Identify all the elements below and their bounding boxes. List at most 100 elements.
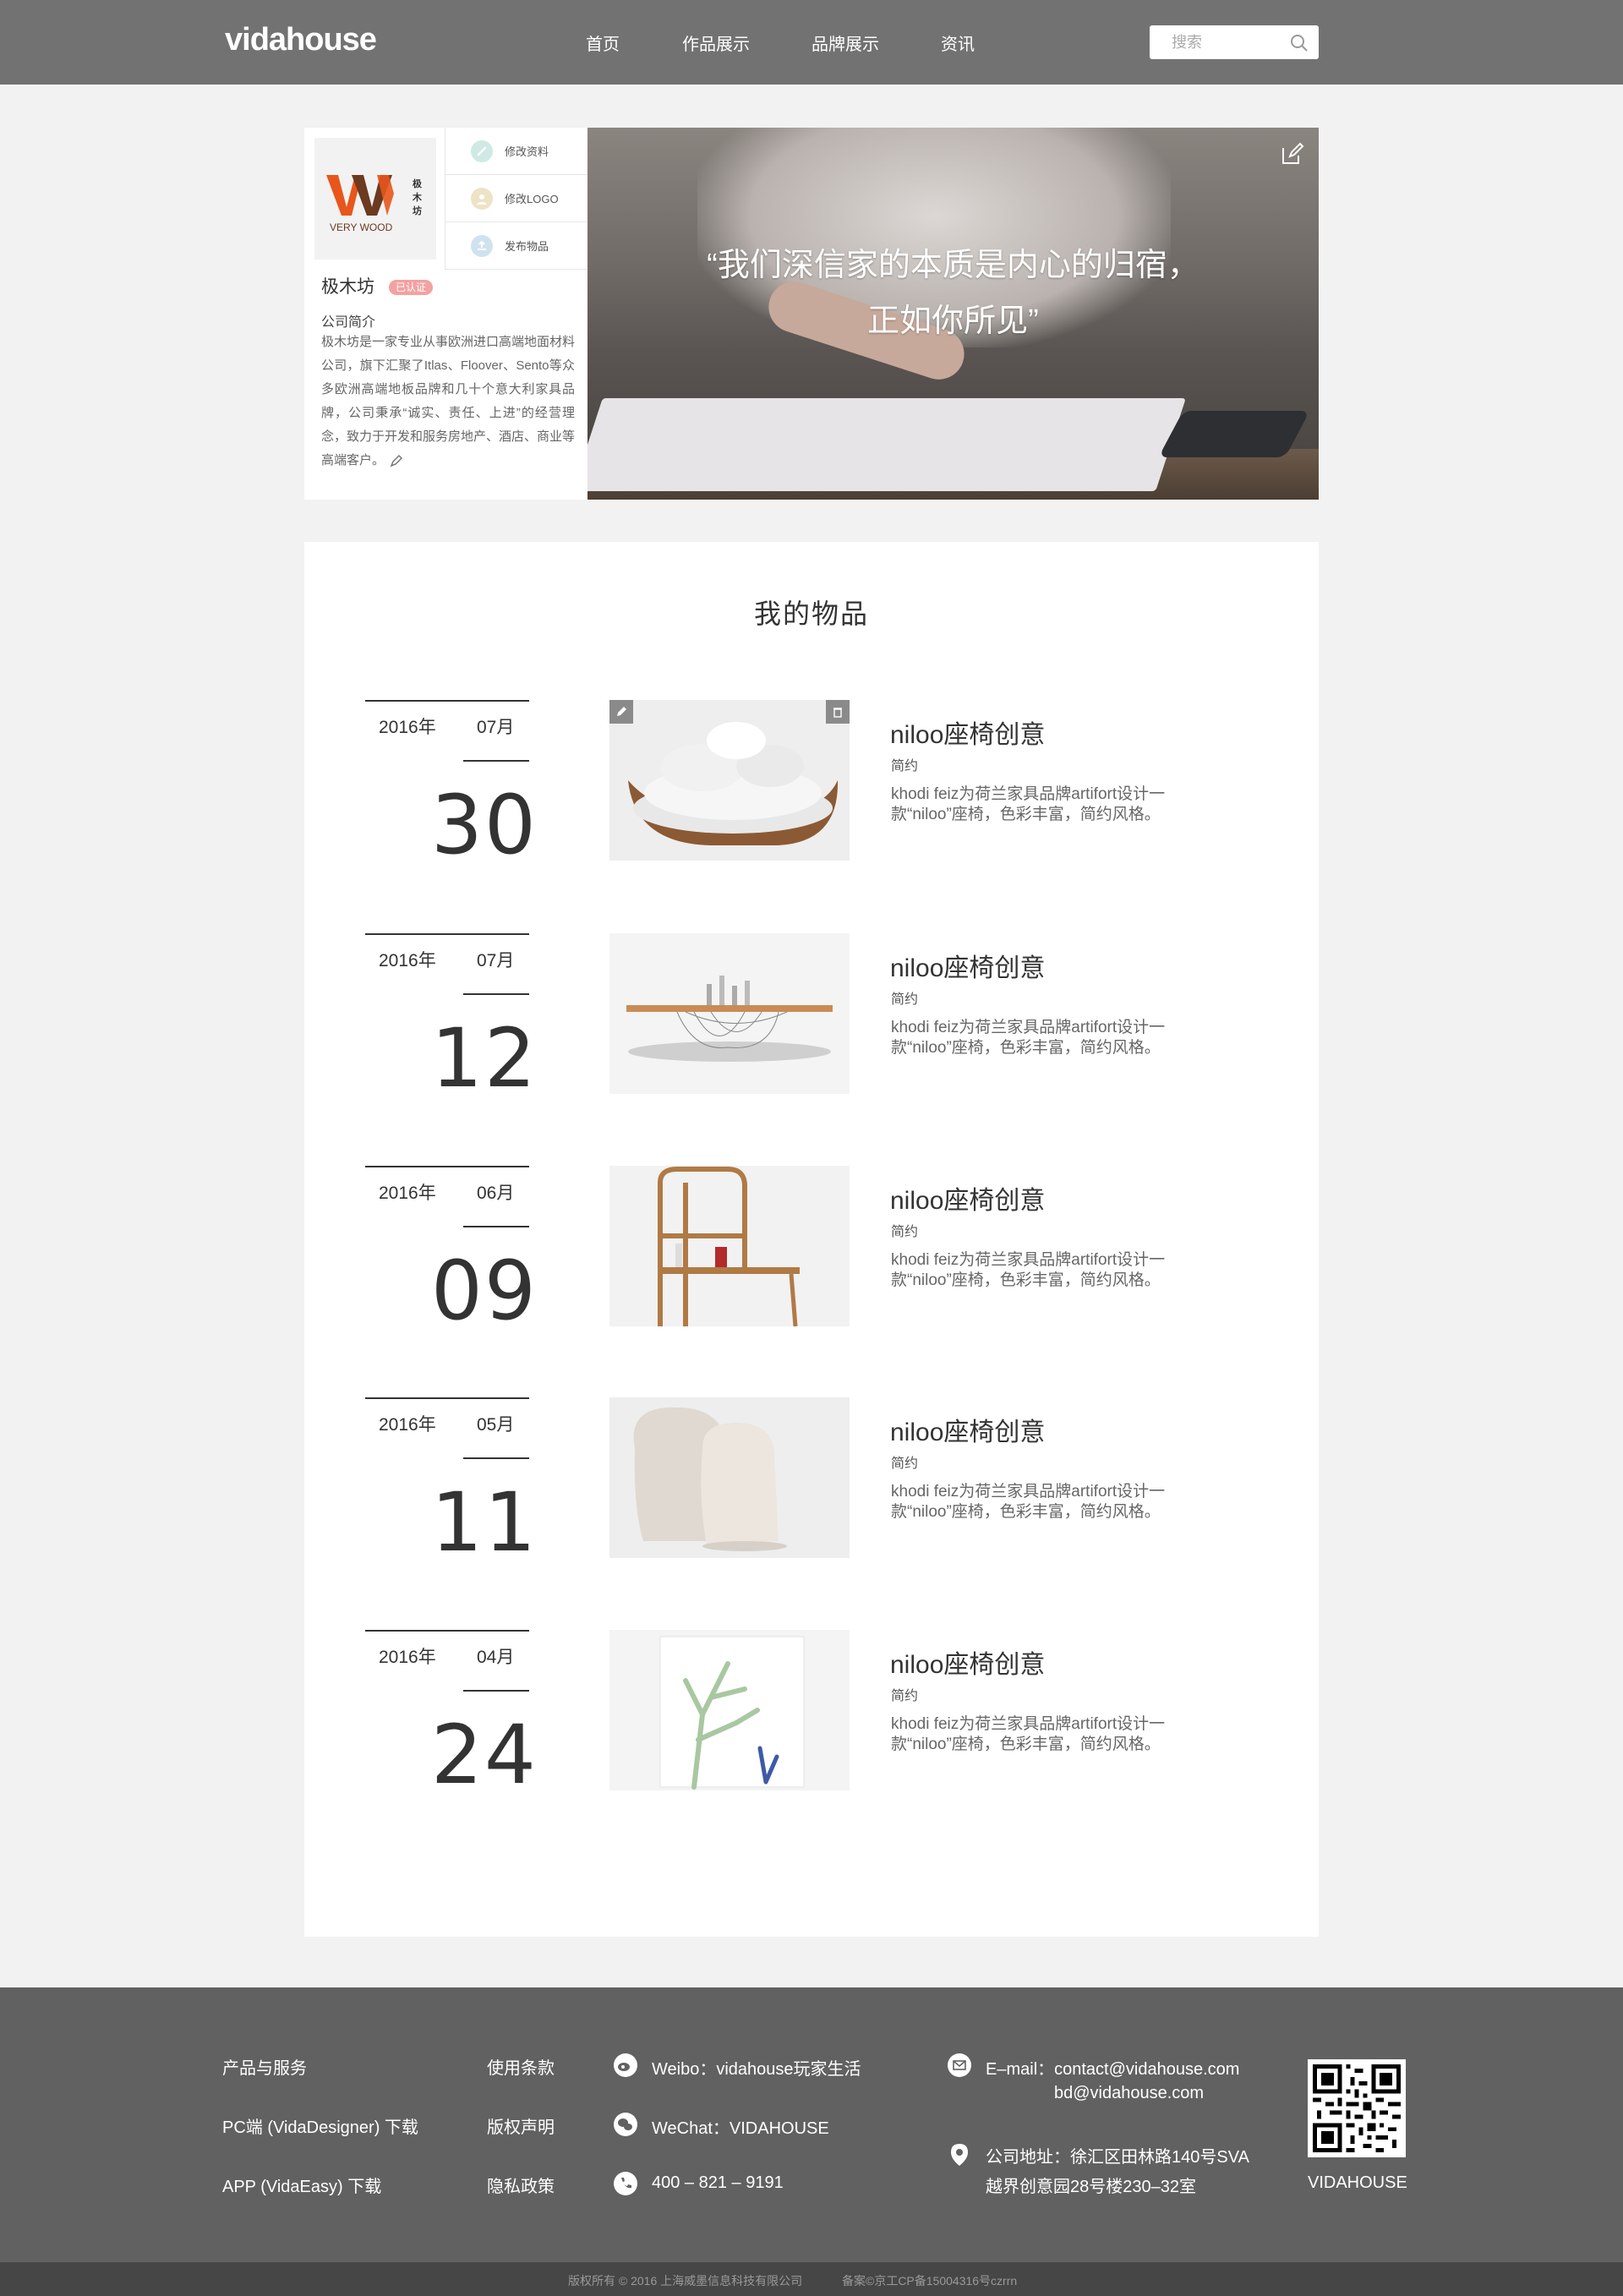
item-thumbnail[interactable]: [609, 1166, 850, 1326]
item-thumbnail[interactable]: [609, 1397, 850, 1558]
item-thumbnail[interactable]: [609, 933, 850, 1094]
wechat-icon[interactable]: [613, 2112, 638, 2137]
item-style: 简约: [891, 1457, 919, 1471]
item-title[interactable]: niloo座椅创意: [890, 1411, 1045, 1448]
publish-item-label: 发布物品: [505, 240, 549, 253]
item-month: 07月: [463, 947, 529, 995]
nav-news[interactable]: 资讯: [941, 30, 975, 55]
item-description: khodi feiz为荷兰家具品牌artifort设计一款“niloo”座椅，色…: [891, 1483, 1166, 1521]
company-name: 极木坊: [321, 277, 374, 297]
search-icon[interactable]: [1290, 34, 1309, 52]
site-logo[interactable]: vidahouse: [225, 22, 377, 58]
pencil-icon: [617, 707, 626, 716]
branch-shelf-image: [609, 1630, 850, 1790]
copyright-bar: 版权所有 © 2016 上海威墨信息科技有限公司 备案©京工CP备1500431…: [0, 2262, 1623, 2296]
banner-quote: “我们深信家的本质是内心的归宿， 正如你所见”: [587, 238, 1319, 349]
footer-app-download-link[interactable]: APP (VidaEasy) 下载: [222, 2173, 381, 2197]
very-wood-logo: 极 木 坊 VERY WOOD: [326, 175, 423, 233]
lounge-chair-image: [609, 1397, 850, 1558]
my-items-title: 我的物品: [753, 599, 869, 629]
item-month: 04月: [463, 1643, 529, 1692]
edit-logo-button[interactable]: 修改LOGO: [445, 175, 587, 222]
delete-item-button[interactable]: [826, 700, 850, 724]
item-description: khodi feiz为荷兰家具品牌artifort设计一款“niloo”座椅，色…: [891, 785, 1166, 823]
item-row: 2016年 07月 12 niloo座椅创意 简约 khodi feiz为荷兰家…: [304, 933, 1319, 1099]
sofa-chair-image: [609, 700, 850, 861]
desk-shelf-image: [609, 1166, 850, 1326]
svg-text:极: 极: [413, 178, 423, 189]
publish-item-button[interactable]: 发布物品: [445, 222, 587, 270]
item-row: 2016年 07月 30 niloo座椅创意 简约 khodi feiz为荷兰家…: [304, 700, 1319, 866]
svg-text:VERY WOOD: VERY WOOD: [330, 221, 393, 233]
footer-products-link[interactable]: 产品与服务: [222, 2054, 307, 2079]
item-style: 简约: [891, 992, 919, 1007]
company-profile-card: 极 木 坊 VERY WOOD 修改资料 修改LOGO 发布物品 极木坊 已认证…: [304, 128, 587, 500]
banner-photo-phone: [1158, 411, 1310, 457]
edit-profile-label: 修改资料: [505, 145, 549, 158]
nav-home[interactable]: 首页: [586, 30, 620, 55]
user-icon: [471, 187, 493, 210]
item-description: khodi feiz为荷兰家具品牌artifort设计一款“niloo”座椅，色…: [891, 1251, 1166, 1289]
item-title[interactable]: niloo座椅创意: [890, 1643, 1045, 1681]
item-day: 12: [430, 1011, 538, 1106]
item-style: 简约: [891, 1225, 919, 1239]
intro-label: 公司简介: [321, 315, 376, 330]
banner-photo-notebook: [587, 398, 1186, 491]
item-title[interactable]: niloo座椅创意: [890, 947, 1045, 984]
footer-address-line1: 公司地址：徐汇区田林路140号SVA: [986, 2148, 1249, 2167]
banner-quote-line1: “我们深信家的本质是内心的归宿，: [707, 248, 1199, 283]
date-divider: [365, 1166, 529, 1167]
item-description: khodi feiz为荷兰家具品牌artifort设计一款“niloo”座椅，色…: [891, 1019, 1166, 1057]
search-input[interactable]: [1172, 32, 1281, 52]
item-month: 05月: [463, 1411, 529, 1459]
site-footer: 产品与服务 PC端 (VidaDesigner) 下载 APP (VidaEas…: [0, 1987, 1623, 2262]
item-title[interactable]: niloo座椅创意: [890, 1179, 1045, 1216]
edit-profile-button[interactable]: 修改资料: [445, 128, 587, 175]
item-description: khodi feiz为荷兰家具品牌artifort设计一款“niloo”座椅，色…: [891, 1715, 1166, 1753]
item-year: 2016年: [379, 1415, 436, 1435]
icp-text[interactable]: 备案©京工CP备15004316号czrrn: [842, 2272, 1017, 2289]
location-pin-icon: [951, 2144, 968, 2166]
item-thumbnail[interactable]: [609, 700, 850, 861]
footer-email-primary[interactable]: E–mail：contact@vidahouse.com: [986, 2055, 1239, 2080]
edit-item-button[interactable]: [609, 700, 633, 724]
profile-actions: 修改资料 修改LOGO 发布物品: [445, 128, 587, 270]
qr-code: [1308, 2059, 1406, 2157]
item-month: 06月: [463, 1179, 529, 1227]
profile-banner: “我们深信家的本质是内心的归宿， 正如你所见”: [587, 128, 1319, 500]
nav-brands[interactable]: 品牌展示: [812, 30, 879, 55]
date-divider: [365, 1397, 529, 1399]
qr-code-image: [1313, 2064, 1401, 2152]
date-divider: [365, 933, 529, 935]
footer-email-secondary[interactable]: bd@vidahouse.com: [1054, 2084, 1204, 2103]
item-year: 2016年: [379, 1184, 436, 1203]
item-row: 2016年 05月 11 niloo座椅创意 简约 khodi feiz为荷兰家…: [304, 1397, 1319, 1563]
phone-icon: [614, 2172, 637, 2195]
top-nav-bar: vidahouse 首页 作品展示 品牌展示 资讯: [0, 0, 1623, 85]
edit-intro-icon[interactable]: [390, 454, 403, 467]
upload-icon: [471, 234, 493, 257]
item-day: 30: [430, 778, 538, 872]
trash-icon: [833, 708, 842, 718]
item-style: 简约: [891, 759, 919, 774]
edit-logo-label: 修改LOGO: [505, 193, 559, 205]
item-year: 2016年: [379, 718, 436, 737]
footer-phone: 400 – 821 – 9191: [652, 2173, 784, 2192]
edit-banner-icon[interactable]: [1280, 141, 1305, 167]
qr-label: VIDAHOUSE: [1308, 2173, 1407, 2192]
item-thumbnail[interactable]: [609, 1630, 850, 1790]
weibo-icon[interactable]: [613, 2053, 638, 2078]
footer-terms-link[interactable]: 使用条款: [487, 2054, 555, 2079]
svg-text:木: 木: [412, 191, 423, 203]
nav-works[interactable]: 作品展示: [682, 30, 750, 55]
footer-weibo: Weibo：vidahouse玩家生活: [652, 2060, 861, 2079]
footer-wechat: WeChat：VIDAHOUSE: [652, 2119, 829, 2138]
footer-pc-download-link[interactable]: PC端 (VidaDesigner) 下载: [222, 2113, 418, 2138]
my-items-card: 我的物品 2016年 07月 30 niloo座椅创意 简约 khodi fei…: [304, 542, 1319, 1937]
footer-privacy-link[interactable]: 隐私政策: [487, 2173, 555, 2197]
footer-copyright-link[interactable]: 版权声明: [487, 2113, 555, 2138]
item-row: 2016年 06月 09 niloo座椅创意 简约 khodi feiz为荷兰家…: [304, 1166, 1319, 1331]
item-title[interactable]: niloo座椅创意: [890, 713, 1045, 751]
email-icon: [948, 2053, 971, 2077]
svg-text:坊: 坊: [413, 205, 422, 216]
